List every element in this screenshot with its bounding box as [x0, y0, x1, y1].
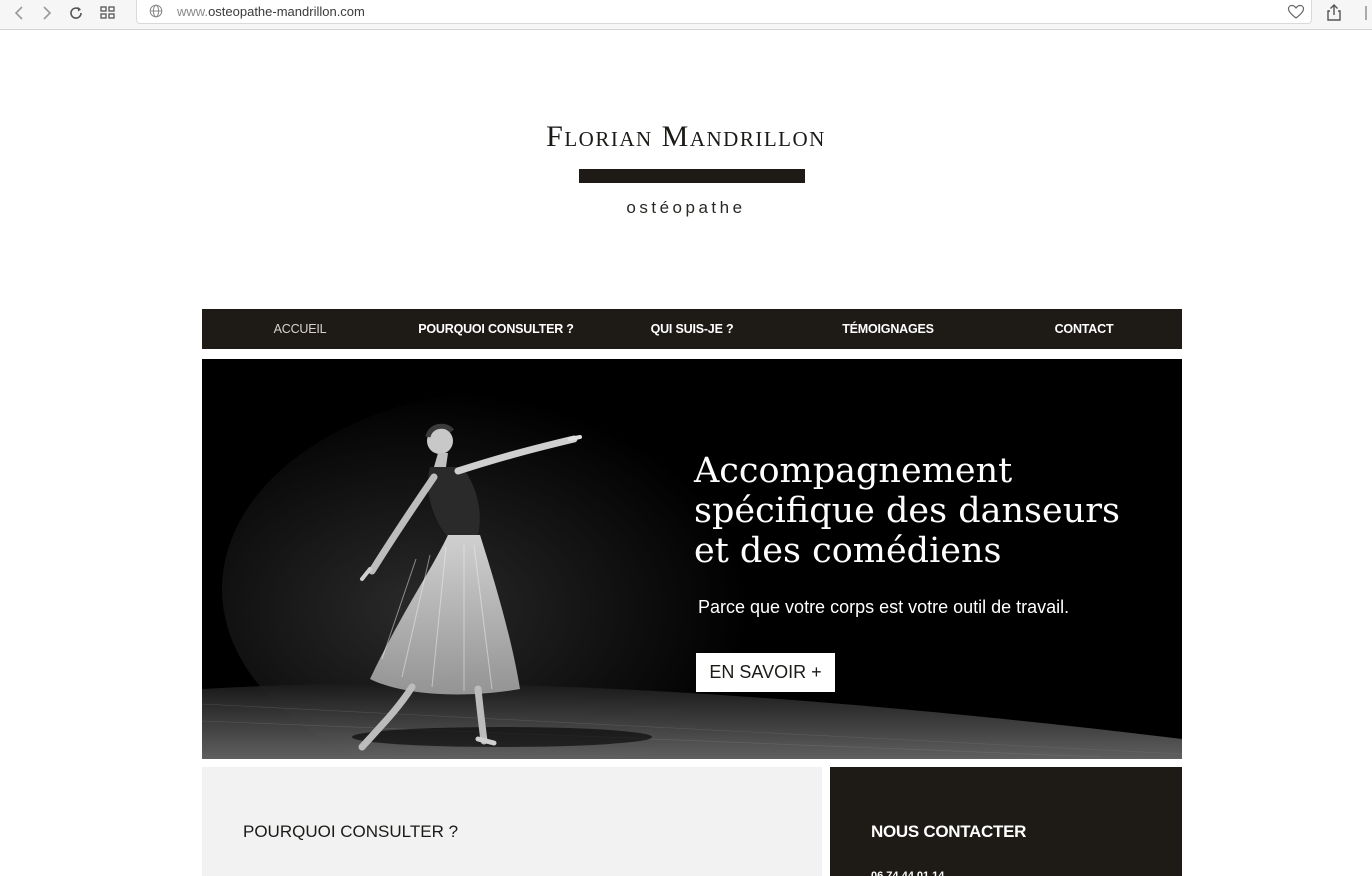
heart-icon[interactable] [1287, 3, 1305, 21]
nav-item-temoignages[interactable]: TÉMOIGNAGES [790, 309, 986, 349]
url-text[interactable]: www.osteopathe-mandrillon.com [177, 4, 365, 19]
contact-section: NOUS CONTACTER 06 74 44 01 14 [830, 767, 1182, 876]
share-icon[interactable] [1324, 3, 1344, 23]
learn-more-button[interactable]: EN SAVOIR + [696, 653, 835, 692]
grid-icon[interactable] [98, 3, 118, 23]
hero-title: Accompagnement spécifique des danseurs e… [694, 451, 1120, 571]
nav-item-contact[interactable]: CONTACT [986, 309, 1182, 349]
back-icon[interactable] [10, 3, 30, 23]
site-logo-name[interactable]: Florian Mandrillon [0, 120, 1372, 154]
url-domain: osteopathe-mandrillon.com [208, 4, 365, 19]
nav-item-pourquoi-consulter[interactable]: POURQUOI CONSULTER ? [398, 309, 594, 349]
why-consult-section: POURQUOI CONSULTER ? [202, 767, 822, 876]
hero-subtitle: Parce que votre corps est votre outil de… [698, 597, 1070, 617]
reload-icon[interactable] [66, 3, 86, 23]
forward-icon[interactable] [36, 3, 56, 23]
logo-divider-bar [579, 169, 805, 183]
main-navigation: ACCUEIL POURQUOI CONSULTER ? QUI SUIS-JE… [202, 309, 1182, 349]
url-prefix: www. [177, 4, 209, 19]
globe-icon [149, 4, 163, 18]
nav-item-qui-suis-je[interactable]: QUI SUIS-JE ? [594, 309, 790, 349]
sidebar-toggle[interactable] [1364, 6, 1372, 20]
site-logo-subtitle: ostéopathe [626, 198, 746, 217]
address-bar[interactable]: www.osteopathe-mandrillon.com [136, 0, 1312, 24]
why-consult-heading: POURQUOI CONSULTER ? [243, 822, 459, 841]
browser-toolbar: www.osteopathe-mandrillon.com [0, 0, 1372, 30]
nav-item-accueil[interactable]: ACCUEIL [202, 309, 398, 349]
contact-phone[interactable]: 06 74 44 01 14 [871, 869, 944, 876]
contact-heading: NOUS CONTACTER [871, 822, 1027, 841]
hero-banner: Accompagnement spécifique des danseurs e… [202, 359, 1182, 759]
